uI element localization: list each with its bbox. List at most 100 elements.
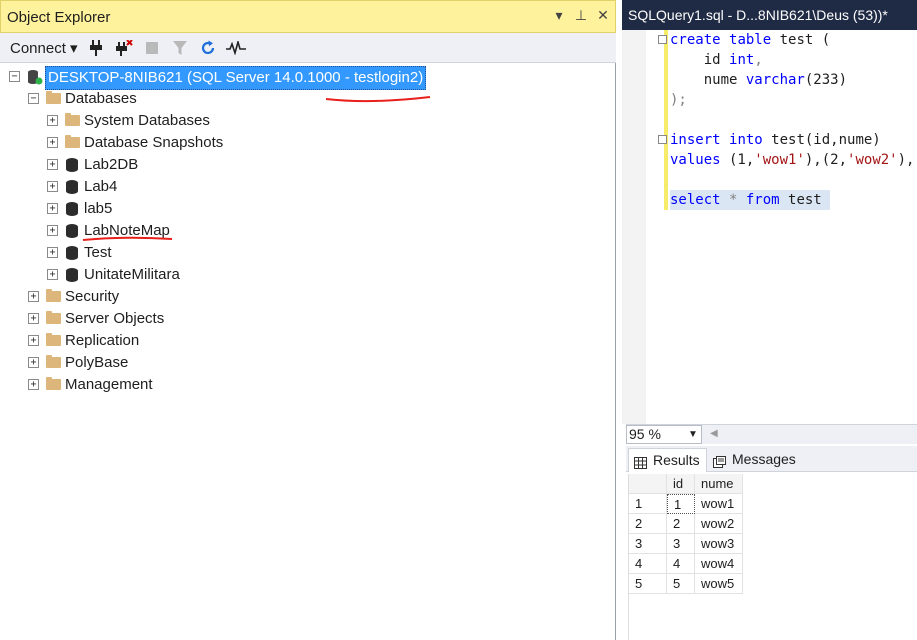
expand-icon[interactable]: + <box>28 357 39 368</box>
expand-icon[interactable]: + <box>28 335 39 346</box>
tree-node-system-databases[interactable]: + System Databases <box>0 110 600 132</box>
row-number[interactable]: 4 <box>629 554 667 574</box>
change-tracking-bar <box>664 30 668 210</box>
disconnect-icon[interactable] <box>114 38 134 58</box>
activity-monitor-icon[interactable] <box>226 38 246 58</box>
tree-node-label: Lab2DB <box>84 156 139 173</box>
tree-node-label: Server Objects <box>65 310 165 327</box>
grid-cell[interactable]: 5 <box>667 574 695 594</box>
grid-cell[interactable]: wow1 <box>695 494 743 514</box>
grid-cell[interactable]: wow2 <box>695 514 743 534</box>
tree-node-label: Security <box>65 288 120 305</box>
code-token: * <box>720 192 746 208</box>
object-explorer-title-bar: Object Explorer ▾ ⊥ ✕ <box>0 0 616 33</box>
expand-icon[interactable]: + <box>28 313 39 324</box>
refresh-icon[interactable] <box>198 38 218 58</box>
expand-icon[interactable]: + <box>28 379 39 390</box>
tree-node-database[interactable]: + UnitateMilitara <box>0 264 600 286</box>
database-icon <box>66 202 78 216</box>
red-underline-annotation <box>325 96 431 103</box>
expand-icon[interactable]: + <box>47 159 58 170</box>
tree-node-label: Replication <box>65 332 140 349</box>
grid-cell[interactable]: 1 <box>667 494 695 514</box>
expand-icon[interactable]: + <box>47 203 58 214</box>
sql-code-editor[interactable]: create table test ( id int, nume varchar… <box>670 30 917 424</box>
code-token: , <box>754 52 763 68</box>
column-header[interactable]: nume <box>695 474 743 494</box>
tree-node-management[interactable]: + Management <box>0 374 600 396</box>
connect-button[interactable]: Connect ▾ <box>10 39 78 57</box>
query-editor-tab[interactable]: SQLQuery1.sql - D...8NIB621\Deus (53))* <box>622 0 917 30</box>
grid-cell[interactable]: wow3 <box>695 534 743 554</box>
tree-node-database-snapshots[interactable]: + Database Snapshots <box>0 132 600 154</box>
tree-node-polybase[interactable]: + PolyBase <box>0 352 600 374</box>
tab-results[interactable]: Results <box>628 448 707 472</box>
folder-icon <box>46 355 61 368</box>
server-label[interactable]: DESKTOP-8NIB621 (SQL Server 14.0.1000 - … <box>45 66 427 90</box>
tab-messages[interactable]: Messages <box>708 448 802 472</box>
row-number[interactable]: 2 <box>629 514 667 534</box>
tree-node-database[interactable]: + lab5 <box>0 198 600 220</box>
object-explorer-toolbar: Connect ▾ <box>0 33 616 63</box>
folder-icon <box>46 91 61 104</box>
editor-gutter <box>622 30 646 424</box>
grid-cell[interactable]: 3 <box>667 534 695 554</box>
pin-icon[interactable]: ⊥ <box>573 7 589 24</box>
collapse-region-icon[interactable] <box>658 135 667 144</box>
tree-node-database[interactable]: + Lab4 <box>0 176 600 198</box>
grid-cell[interactable]: wow4 <box>695 554 743 574</box>
tree-node-label: System Databases <box>84 112 210 129</box>
grid-icon <box>634 454 647 476</box>
expand-icon[interactable]: + <box>47 115 58 126</box>
code-token: id <box>670 52 730 68</box>
close-icon[interactable]: ✕ <box>595 7 611 24</box>
grid-cell[interactable]: wow5 <box>695 574 743 594</box>
grid-cell[interactable]: 4 <box>667 554 695 574</box>
stop-icon[interactable] <box>142 38 162 58</box>
tree-node-database[interactable]: + Test <box>0 242 600 264</box>
expand-icon[interactable]: + <box>47 137 58 148</box>
row-number[interactable]: 3 <box>629 534 667 554</box>
code-token: int <box>729 52 755 68</box>
tree-node-server[interactable]: − DESKTOP-8NIB621 (SQL Server 14.0.1000 … <box>0 66 600 90</box>
expand-icon[interactable]: + <box>47 181 58 192</box>
tree-node-database[interactable]: + Lab2DB <box>0 154 600 176</box>
tree-node-replication[interactable]: + Replication <box>0 330 600 352</box>
code-token: ); <box>670 92 687 108</box>
connect-plug-icon[interactable] <box>86 38 106 58</box>
filter-icon[interactable] <box>170 38 190 58</box>
tree-node-databases[interactable]: − Databases <box>0 88 600 110</box>
tree-node-server-objects[interactable]: + Server Objects <box>0 308 600 330</box>
collapse-region-icon[interactable] <box>658 35 667 44</box>
database-icon <box>66 268 78 282</box>
grid-cell[interactable]: 2 <box>667 514 695 534</box>
code-token: values <box>670 152 721 168</box>
code-token: nume <box>670 72 746 88</box>
code-line: select * from test <box>670 190 830 210</box>
folder-icon <box>65 135 80 148</box>
tab-label: Results <box>653 452 700 468</box>
code-token: into <box>729 132 763 148</box>
row-number[interactable]: 5 <box>629 574 667 594</box>
expand-icon[interactable]: + <box>47 225 58 236</box>
red-underline-annotation <box>82 236 173 241</box>
tree-node-security[interactable]: + Security <box>0 286 600 308</box>
code-token: select <box>670 192 721 208</box>
collapse-icon[interactable]: − <box>9 71 20 82</box>
zoom-bar: 95 % ▼ ◀ <box>626 424 917 444</box>
collapse-icon[interactable]: − <box>28 93 39 104</box>
column-header[interactable]: id <box>667 474 695 494</box>
scroll-left-icon[interactable]: ◀ <box>710 428 718 439</box>
results-grid[interactable]: id nume 1 1 wow1 2 2 wow2 3 3 wow3 4 4 w… <box>628 474 917 640</box>
query-editor-panel: SQLQuery1.sql - D...8NIB621\Deus (53))* … <box>622 0 917 640</box>
database-icon <box>66 158 78 172</box>
expand-icon[interactable]: + <box>47 269 58 280</box>
expand-icon[interactable]: + <box>28 291 39 302</box>
dropdown-icon[interactable]: ▾ <box>551 7 567 24</box>
code-token: test ( <box>771 32 831 48</box>
object-explorer-title: Object Explorer <box>7 9 111 26</box>
code-token: (1, <box>720 152 755 168</box>
row-number[interactable]: 1 <box>629 494 667 514</box>
expand-icon[interactable]: + <box>47 247 58 258</box>
chevron-down-icon[interactable]: ▼ <box>688 429 698 440</box>
